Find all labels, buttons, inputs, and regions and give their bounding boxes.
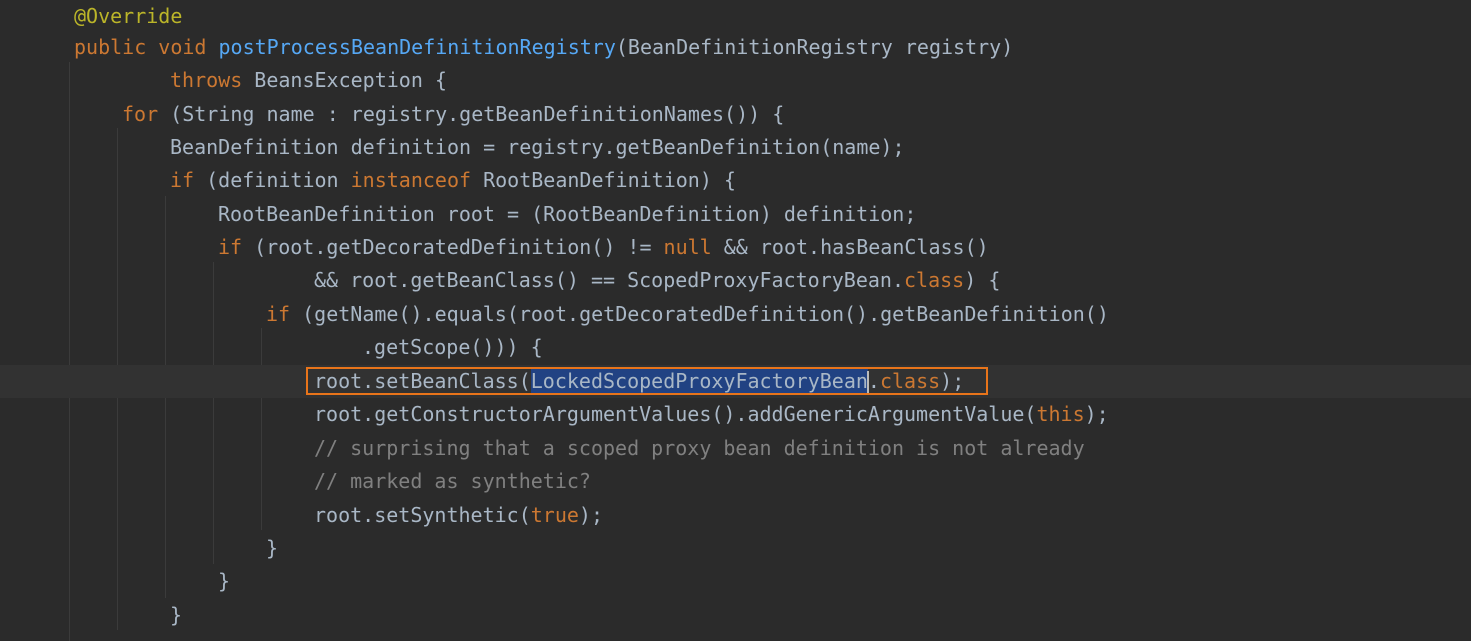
code-token: RootBeanDefinition) { bbox=[471, 168, 736, 192]
code-token: (BeanDefinitionRegistry registry) bbox=[615, 35, 1014, 59]
code-line[interactable]: throws BeansException { bbox=[0, 64, 1471, 97]
code-line[interactable]: } bbox=[0, 532, 1471, 565]
code-token: ); bbox=[1084, 402, 1109, 426]
code-token: (getName().equals(root.getDecoratedDefin… bbox=[290, 302, 1109, 326]
code-token: (String name : registry.getBeanDefinitio… bbox=[158, 102, 785, 126]
code-token: throws bbox=[170, 68, 243, 92]
code-line[interactable]: @Override bbox=[0, 0, 1471, 33]
code-line-text: root.setSynthetic(true); bbox=[314, 499, 603, 532]
code-token: postProcessBeanDefinitionRegistry bbox=[218, 35, 616, 59]
code-line-text: if (root.getDecoratedDefinition() != nul… bbox=[218, 231, 989, 264]
code-line-text: throws BeansException { bbox=[170, 64, 447, 97]
code-token: . bbox=[867, 369, 880, 393]
code-line-text: BeanDefinition definition = registry.get… bbox=[170, 131, 905, 164]
code-token: root.setBeanClass( bbox=[314, 369, 531, 393]
code-line-text: RootBeanDefinition root = (RootBeanDefin… bbox=[218, 198, 916, 231]
code-line-text: // surprising that a scoped proxy bean d… bbox=[314, 432, 1085, 465]
code-editor[interactable]: @Override public void postProcessBeanDefi… bbox=[0, 0, 1471, 641]
code-token: } bbox=[170, 603, 183, 627]
code-line[interactable]: if (definition instanceof RootBeanDefini… bbox=[0, 164, 1471, 197]
code-token: RootBeanDefinition root = (RootBeanDefin… bbox=[218, 202, 917, 226]
code-token: if bbox=[266, 302, 291, 326]
code-line[interactable]: && root.getBeanClass() == ScopedProxyFac… bbox=[0, 264, 1471, 297]
code-line[interactable]: // marked as synthetic? bbox=[0, 465, 1471, 498]
code-line-text: if (getName().equals(root.getDecoratedDe… bbox=[266, 298, 1109, 331]
code-line[interactable]: } bbox=[0, 565, 1471, 598]
code-token: (definition bbox=[194, 168, 351, 192]
code-line[interactable]: root.getConstructorArgumentValues().addG… bbox=[0, 398, 1471, 431]
selected-text: LockedScopedProxyFactoryBean bbox=[530, 369, 868, 393]
code-line[interactable]: if (getName().equals(root.getDecoratedDe… bbox=[0, 298, 1471, 331]
code-token: } bbox=[266, 536, 279, 560]
code-token: null bbox=[663, 235, 712, 259]
code-token: root.setSynthetic( bbox=[314, 503, 531, 527]
code-token: } bbox=[218, 569, 231, 593]
code-line[interactable]: RootBeanDefinition root = (RootBeanDefin… bbox=[0, 198, 1471, 231]
code-token: BeanDefinition definition = registry.get… bbox=[170, 135, 905, 159]
code-line-text: // marked as synthetic? bbox=[314, 465, 591, 498]
code-line[interactable]: } bbox=[0, 599, 1471, 632]
code-line-text: .getScope())) { bbox=[362, 331, 543, 364]
code-token: public bbox=[74, 35, 147, 59]
code-line[interactable]: for (String name : registry.getBeanDefin… bbox=[0, 98, 1471, 131]
code-token: for bbox=[122, 102, 159, 126]
code-line-text: } bbox=[218, 565, 230, 598]
code-token: ) { bbox=[964, 268, 1001, 292]
code-token: root.getConstructorArgumentValues().addG… bbox=[314, 402, 1037, 426]
code-line-text: root.getConstructorArgumentValues().addG… bbox=[314, 398, 1109, 431]
code-line[interactable]: root.setSynthetic(true); bbox=[0, 499, 1471, 532]
code-line-text: @Override bbox=[74, 0, 182, 33]
code-token: && root.hasBeanClass() bbox=[711, 235, 989, 259]
code-token: true bbox=[530, 503, 579, 527]
code-token: // marked as synthetic? bbox=[314, 469, 591, 493]
code-line[interactable]: if (root.getDecoratedDefinition() != nul… bbox=[0, 231, 1471, 264]
code-token: .getScope())) { bbox=[362, 335, 543, 359]
code-token: class bbox=[904, 268, 965, 292]
code-line[interactable]: root.setBeanClass(LockedScopedProxyFacto… bbox=[0, 365, 1471, 398]
code-line[interactable]: // surprising that a scoped proxy bean d… bbox=[0, 432, 1471, 465]
code-line-text: root.setBeanClass(LockedScopedProxyFacto… bbox=[314, 365, 964, 398]
code-token: // surprising that a scoped proxy bean d… bbox=[314, 436, 1085, 460]
code-line-text: } bbox=[266, 532, 278, 565]
code-token: if bbox=[170, 168, 195, 192]
code-token: void bbox=[158, 35, 207, 59]
code-token: (root.getDecoratedDefinition() != bbox=[242, 235, 664, 259]
code-token: this bbox=[1036, 402, 1085, 426]
code-token: BeansException { bbox=[242, 68, 447, 92]
code-token: ); bbox=[578, 503, 604, 527]
code-line-text: } bbox=[170, 599, 182, 632]
code-line-text: && root.getBeanClass() == ScopedProxyFac… bbox=[314, 264, 1000, 297]
code-line[interactable]: public void postProcessBeanDefinitionReg… bbox=[0, 31, 1471, 64]
code-line-text: if (definition instanceof RootBeanDefini… bbox=[170, 164, 736, 197]
code-line[interactable]: BeanDefinition definition = registry.get… bbox=[0, 131, 1471, 164]
code-token: && root.getBeanClass() == ScopedProxyFac… bbox=[314, 268, 905, 292]
code-line-text: for (String name : registry.getBeanDefin… bbox=[122, 98, 784, 131]
code-token: ); bbox=[940, 369, 965, 393]
code-line-text: public void postProcessBeanDefinitionReg… bbox=[74, 31, 1013, 64]
code-token: class bbox=[879, 369, 941, 393]
code-token: @Override bbox=[74, 4, 183, 28]
code-token: if bbox=[218, 235, 243, 259]
code-token: instanceof bbox=[350, 168, 472, 192]
code-line[interactable]: .getScope())) { bbox=[0, 331, 1471, 364]
